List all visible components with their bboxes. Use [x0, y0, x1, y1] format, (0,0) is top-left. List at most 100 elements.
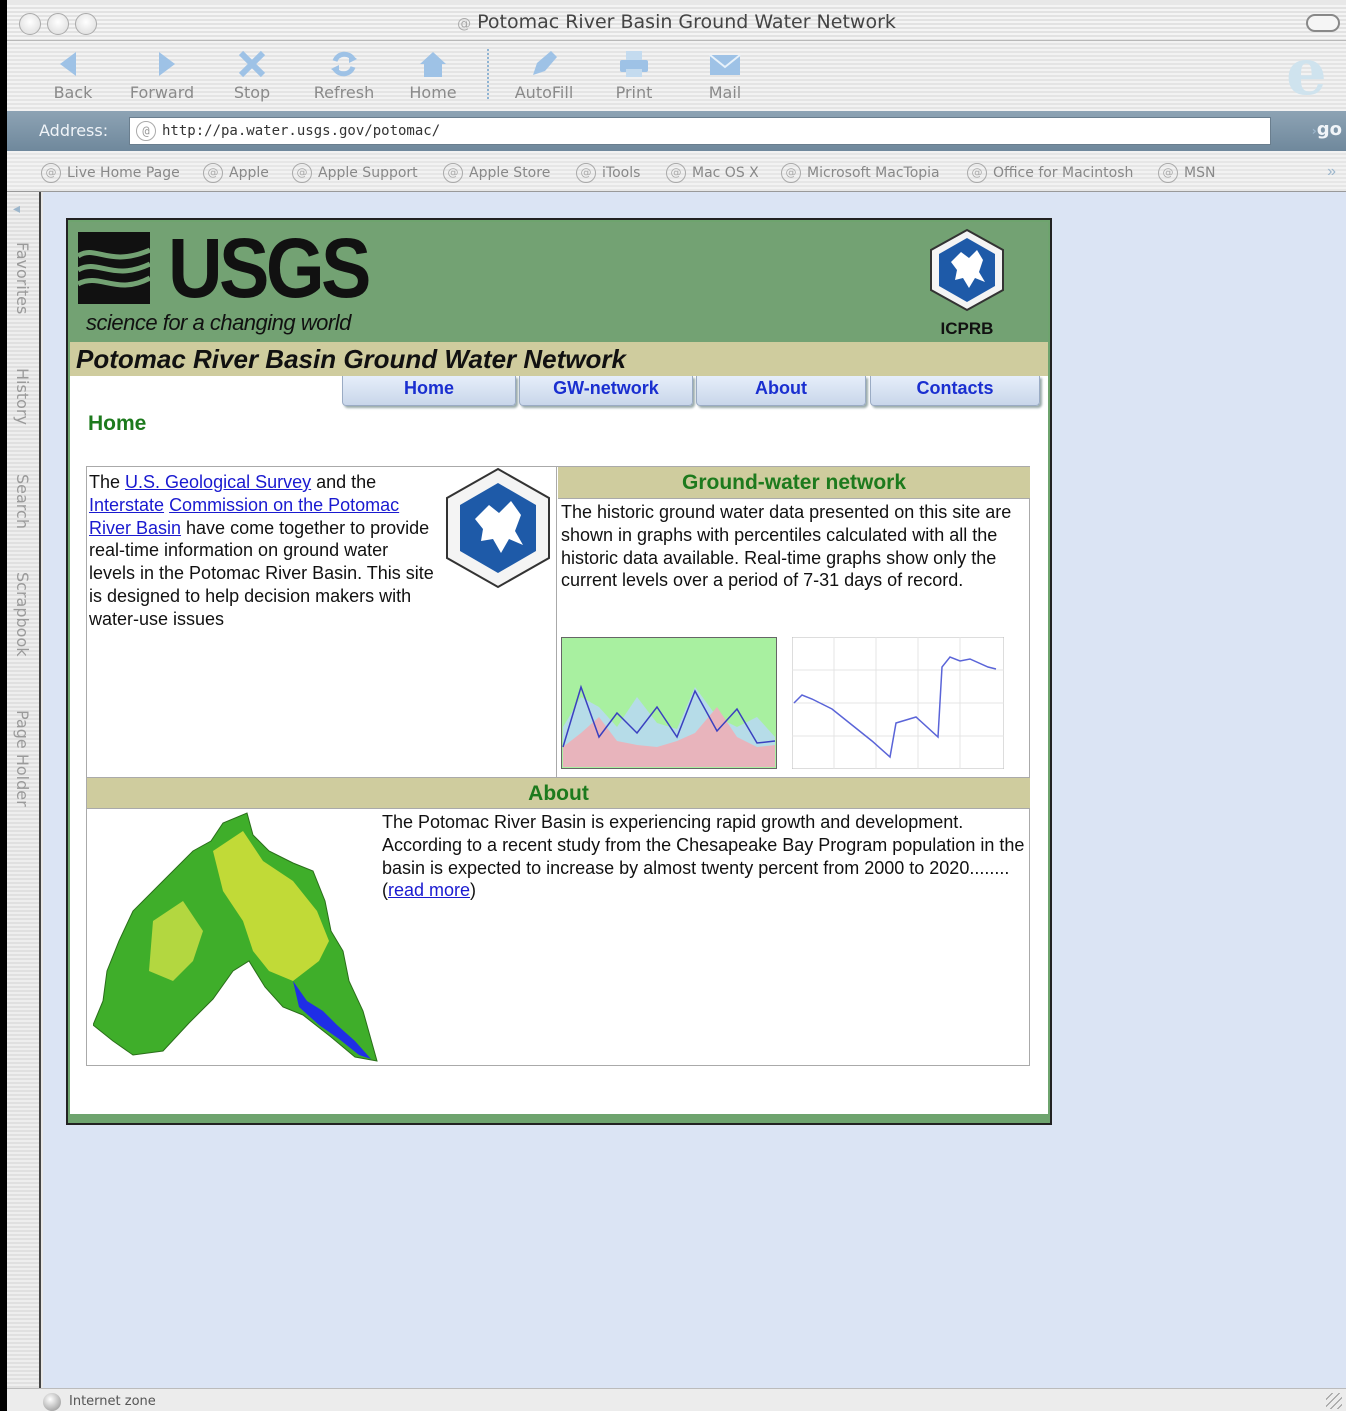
site-title-bar: Potomac River Basin Ground Water Network [70, 342, 1048, 376]
back-label: Back [53, 83, 93, 102]
favorite-itools[interactable]: @ iTools [576, 163, 640, 183]
mail-envelope-icon [709, 54, 741, 75]
intro-text: The U.S. Geological Survey and the Inter… [89, 471, 439, 631]
status-text: Internet zone [69, 1394, 156, 1409]
content-grid: The U.S. Geological Survey and the Inter… [86, 466, 1030, 1066]
favorite-microsoft-mactopia[interactable]: @ Microsoft MacTopia [781, 163, 940, 183]
icprb-label: ICPRB [940, 319, 994, 338]
historic-percentile-graph-thumbnail[interactable] [561, 637, 777, 769]
sidebar-tab-favorites[interactable]: Favorites [13, 242, 32, 314]
page-heading: Home [88, 412, 147, 435]
usgs-wave-mark-icon [78, 232, 150, 304]
usgs-banner: USGS science for a changing world ICPRB [70, 222, 1048, 342]
refresh-label: Refresh [313, 83, 375, 102]
refresh-icon [331, 51, 357, 77]
more-favorites-chevron-icon[interactable]: » [1327, 163, 1336, 181]
favorites-bar: @ Live Home Page @ Apple @ Apple Support @ A… [7, 151, 1346, 192]
sidebar-tab-history[interactable]: History [13, 368, 32, 425]
usgs-tagline: science for a changing world [86, 310, 351, 335]
nav-tab-home[interactable]: Home [342, 376, 516, 406]
favorite-icon: @ [443, 163, 463, 183]
favorite-apple-store[interactable]: @ Apple Store [443, 163, 550, 183]
go-button[interactable]: ›go [1312, 119, 1342, 140]
nav-tab-gw-network[interactable]: GW-network [519, 376, 693, 406]
commission-seal-icon[interactable] [443, 467, 553, 589]
printer-icon [620, 51, 648, 77]
sidebar-tab-scrapbook[interactable]: Scrapbook [13, 572, 32, 657]
toolbar-toggle-button[interactable] [1306, 14, 1340, 32]
favorite-label: iTools [602, 165, 641, 181]
favorite-apple[interactable]: @ Apple [203, 163, 269, 183]
favorite-label: Apple Support [318, 165, 418, 181]
favorite-icon: @ [666, 163, 686, 183]
resize-grip-icon[interactable] [1326, 1393, 1342, 1409]
icprb-seal-icon [930, 228, 1004, 312]
about-text-body: The Potomac River Basin is experiencing … [382, 812, 1025, 878]
mail-button[interactable]: Mail [705, 49, 745, 102]
browser-toolbar: Back Forward Stop Refresh Home AutoFill … [7, 41, 1346, 111]
browser-window: @ Potomac River Basin Ground Water Networ… [7, 0, 1346, 1411]
autofill-button[interactable]: AutoFill [509, 49, 579, 102]
globe-icon [43, 1393, 61, 1411]
favorite-mac-os-x[interactable]: @ Mac OS X [666, 163, 759, 183]
favorite-apple-support[interactable]: @ Apple Support [292, 163, 418, 183]
web-page: USGS science for a changing world ICPRB … [66, 218, 1052, 1125]
favorite-icon: @ [292, 163, 312, 183]
autofill-icon [533, 51, 557, 75]
home-button[interactable]: Home [405, 49, 461, 102]
address-bar: Address: @ http://pa.water.usgs.gov/poto… [7, 111, 1346, 151]
favorite-label: Apple Store [469, 165, 551, 181]
address-input[interactable]: @ http://pa.water.usgs.gov/potomac/ [129, 117, 1271, 145]
forward-arrow-icon [159, 52, 175, 76]
autofill-label: AutoFill [514, 83, 574, 102]
explorer-sidebar: ◂ Favorites History Search Scrapbook Pag… [7, 192, 41, 1388]
status-bar: Internet zone [7, 1388, 1346, 1411]
intro-text-part: The [89, 472, 126, 492]
about-paren: ) [470, 880, 477, 901]
toolbar-separator [487, 49, 489, 99]
favorite-icon: @ [1158, 163, 1178, 183]
stop-button[interactable]: Stop [229, 49, 275, 102]
address-label: Address: [39, 121, 109, 140]
read-more-link[interactable]: read more [388, 880, 470, 900]
print-label: Print [615, 83, 653, 102]
refresh-button[interactable]: Refresh [307, 49, 381, 102]
forward-button[interactable]: Forward [125, 49, 199, 102]
favorite-msn[interactable]: @ MSN [1158, 163, 1215, 183]
site-icon: @ [136, 121, 156, 141]
back-button[interactable]: Back [51, 49, 95, 102]
title-bar: @ Potomac River Basin Ground Water Networ… [7, 5, 1346, 41]
potomac-basin-map-image[interactable] [93, 811, 379, 1063]
nav-tab-about[interactable]: About [696, 376, 866, 406]
stop-x-icon [238, 50, 266, 78]
intro-text-part: and the [311, 472, 377, 492]
favorite-office-for-macintosh[interactable]: @ Office for Macintosh [967, 163, 1133, 183]
favorite-label: Live Home Page [67, 165, 180, 181]
about-text: The Potomac River Basin is experiencing … [382, 811, 1028, 902]
favorite-label: Microsoft MacTopia [807, 165, 940, 181]
favorite-label: Office for Macintosh [993, 165, 1134, 181]
about-header: About [87, 777, 1030, 809]
intro-panel: The U.S. Geological Survey and the Inter… [87, 467, 557, 777]
nav-tab-contacts[interactable]: Contacts [870, 376, 1040, 406]
real-time-graph-thumbnail[interactable] [792, 637, 1004, 769]
home-label: Home [409, 83, 457, 102]
gw-network-text: The historic ground water data presented… [561, 502, 1012, 591]
page-body: Home GW-network About Contacts Home The … [70, 376, 1048, 1114]
favorite-live-home-page[interactable]: @ Live Home Page [41, 163, 180, 183]
sidebar-tab-search[interactable]: Search [13, 474, 32, 529]
site-title: Potomac River Basin Ground Water Network [76, 344, 626, 374]
interstate-link[interactable]: Interstate [89, 495, 164, 515]
favorite-icon: @ [781, 163, 801, 183]
favorite-icon: @ [967, 163, 987, 183]
usgs-link[interactable]: U.S. Geological Survey [125, 472, 311, 492]
icprb-logo[interactable]: ICPRB [922, 228, 1012, 339]
favorite-label: Mac OS X [692, 165, 759, 181]
sidebar-tab-page-holder[interactable]: Page Holder [13, 710, 32, 807]
print-button[interactable]: Print [611, 49, 657, 102]
gw-network-header: Ground-water network [558, 467, 1030, 499]
usgs-wordmark: USGS [168, 221, 371, 315]
sidebar-collapse-icon[interactable]: ◂ [13, 200, 20, 217]
mail-label: Mail [708, 83, 742, 102]
go-label: go [1316, 119, 1342, 140]
